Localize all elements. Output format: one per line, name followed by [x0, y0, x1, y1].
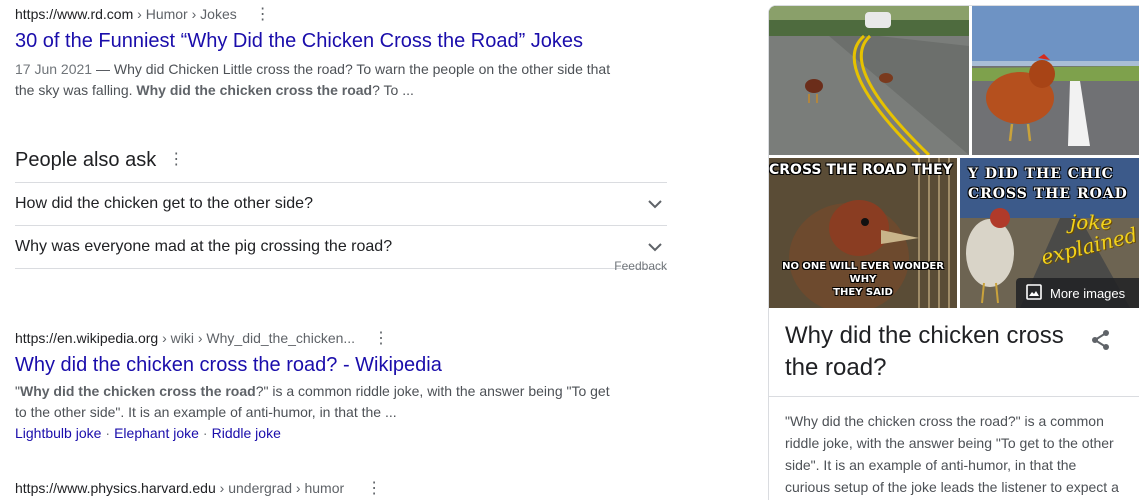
result-snippet: "Why did the chicken cross the road?" is…	[15, 381, 615, 423]
search-result-rd: https://www.rd.com › Humor › Jokes ⋮ 30 …	[15, 6, 615, 101]
cite-domain: https://www.rd.com	[15, 6, 134, 22]
result-date: 17 Jun 2021	[15, 61, 93, 77]
image-hen-on-road[interactable]	[972, 6, 1139, 155]
sitelinks: Lightbulb joke · Elephant joke · Riddle joke	[15, 425, 281, 441]
sitelink[interactable]: Lightbulb joke	[15, 425, 101, 441]
snippet-text: ? To ...	[372, 82, 414, 98]
meme-caption-line: NO ONE WILL EVER WONDER WHY	[782, 261, 944, 285]
image-chickens-on-road[interactable]	[769, 6, 969, 155]
result-cite[interactable]: https://www.physics.harvard.edu › underg…	[15, 480, 382, 497]
image-icon	[1026, 283, 1042, 303]
more-options-icon[interactable]: ⋮	[168, 152, 184, 168]
paa-question-row[interactable]: How did the chicken get to the other sid…	[15, 182, 667, 225]
chevron-down-icon[interactable]	[643, 235, 667, 259]
image-meme-cross-the-road[interactable]: CROSS THE ROAD THEY SAID NO ONE WILL EVE…	[769, 158, 957, 308]
result-cite[interactable]: https://en.wikipedia.org › wiki › Why_di…	[15, 330, 615, 347]
search-result-wikipedia: https://en.wikipedia.org › wiki › Why_di…	[15, 330, 615, 441]
search-result-harvard: https://www.physics.harvard.edu › underg…	[15, 480, 382, 497]
paa-question-row[interactable]: Why was everyone mad at the pig crossing…	[15, 225, 667, 268]
meme-caption-line: THEY SAID	[833, 287, 893, 298]
cite-path: › Humor › Jokes	[133, 6, 237, 22]
people-also-ask: People also ask ⋮ How did the chicken ge…	[15, 147, 667, 273]
result-snippet: 17 Jun 2021 — Why did Chicken Little cro…	[15, 59, 615, 101]
result-title-link[interactable]: Why did the chicken cross the road? - Wi…	[15, 354, 615, 377]
share-icon[interactable]	[1089, 328, 1113, 352]
more-options-icon[interactable]: ⋮	[373, 331, 389, 347]
paa-question: Why was everyone mad at the pig crossing…	[15, 238, 393, 255]
meme-caption-top: CROSS THE ROAD THEY SAID	[769, 162, 957, 178]
snippet-text: — Why did Chicken Little cross the road?…	[92, 61, 611, 77]
paa-heading: People also ask	[15, 148, 157, 171]
meme-caption-bottom: NO ONE WILL EVER WONDER WHY THEY SAID	[773, 260, 953, 299]
image-grid: CROSS THE ROAD THEY SAID NO ONE WILL EVE…	[769, 6, 1139, 308]
divider: Feedback	[15, 259, 667, 273]
more-options-icon[interactable]: ⋮	[255, 7, 271, 23]
knowledge-panel-description: "Why did the chicken cross the road?" is…	[785, 413, 1119, 495]
paa-question: How did the chicken get to the other sid…	[15, 195, 313, 212]
result-title-link[interactable]: 30 of the Funniest “Why Did the Chicken …	[15, 30, 615, 53]
feedback-link[interactable]: Feedback	[614, 259, 667, 273]
knowledge-panel: CROSS THE ROAD THEY SAID NO ONE WILL EVE…	[768, 5, 1139, 500]
more-images-button[interactable]: More images	[1016, 278, 1139, 308]
cite-domain: https://www.physics.harvard.edu	[15, 480, 216, 496]
snippet-highlight: Why did the chicken cross the road	[136, 82, 373, 98]
more-options-icon[interactable]: ⋮	[366, 481, 382, 497]
meme-caption-line: Y DID THE CHIC	[968, 166, 1114, 182]
sitelink[interactable]: Riddle joke	[212, 425, 281, 441]
divider	[769, 396, 1139, 397]
result-cite[interactable]: https://www.rd.com › Humor › Jokes ⋮	[15, 6, 615, 23]
meme-caption-top: Y DID THE CHIC CROSS THE ROAD	[968, 164, 1128, 204]
chevron-down-icon[interactable]	[643, 192, 667, 216]
sitelink[interactable]: Elephant joke	[114, 425, 199, 441]
knowledge-panel-title: Why did the chicken cross the road?	[785, 322, 1064, 381]
snippet-highlight: Why did the chicken cross the road	[19, 383, 256, 399]
cite-domain: https://en.wikipedia.org	[15, 330, 159, 346]
cite-path: › wiki › Why_did_the_chicken...	[158, 330, 356, 346]
snippet-text: the sky was falling.	[15, 82, 137, 98]
cite-path: › undergrad › humor	[215, 480, 345, 496]
more-images-label: More images	[1050, 285, 1126, 301]
meme-caption-line: CROSS THE ROAD	[968, 186, 1128, 202]
